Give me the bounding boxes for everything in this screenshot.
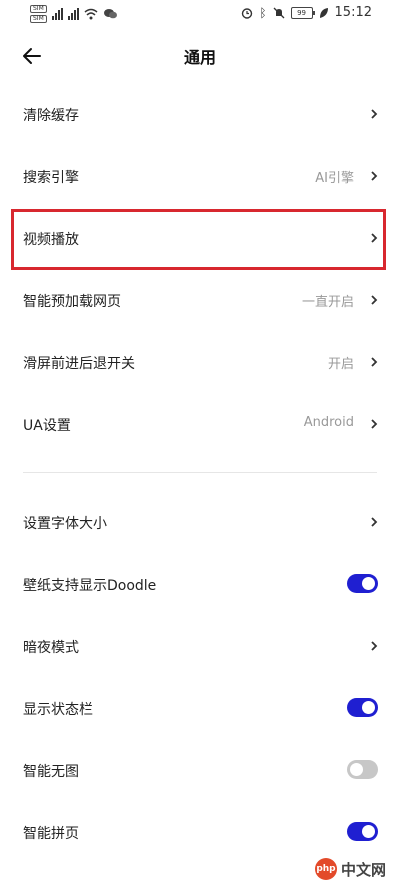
chevron-right-icon [371,517,378,527]
setting-label: 显示状态栏 [23,702,93,718]
setting-row-doodle: 壁纸支持显示Doodle [0,554,400,616]
setting-label: 滑屏前进后退开关 [23,356,135,372]
status-right: ᛒ 99 15:12 [241,5,372,20]
toggle-switch[interactable] [347,822,378,841]
setting-label: 智能无图 [23,764,79,780]
toggle-knob [362,825,375,838]
setting-label: 壁纸支持显示Doodle [23,578,157,594]
chevron-right-icon [371,419,378,429]
setting-label: 清除缓存 [23,108,79,124]
setting-row-no-image: 智能无图 [0,740,400,802]
setting-label: 设置字体大小 [23,516,107,532]
sim1-icon: SIM [30,5,47,13]
chat-icon [103,9,117,19]
header: 通用 [0,30,400,82]
toggle-knob [362,577,375,590]
status-time: 15:12 [334,5,372,20]
php-logo-icon: php [314,858,337,880]
setting-value: Android [303,415,354,430]
chevron-right-icon [371,295,378,305]
setting-row-search-engine[interactable]: 搜索引擎 AI引擎 [0,146,400,208]
chevron-right-icon [371,109,378,119]
sim2-icon: SIM [30,15,47,23]
status-bar: SIM SIM ᛒ 99 15:12 [0,0,400,28]
watermark: php 中文网 [314,858,386,880]
alarm-icon [242,7,253,19]
setting-value: 一直开启 [301,295,354,310]
toggle-switch[interactable] [347,698,378,717]
setting-value: 开启 [327,357,354,372]
setting-label: UA设置 [23,418,71,434]
battery-icon: 99 [290,6,315,19]
setting-label: 搜索引擎 [23,170,79,186]
sim-indicators: SIM SIM [30,5,47,23]
setting-label: 智能拼页 [23,826,79,842]
signal-icon [51,8,63,20]
toggle-switch[interactable] [347,574,378,593]
leaf-icon [319,7,328,18]
chevron-right-icon [371,357,378,367]
setting-row-swipe-navigation[interactable]: 滑屏前进后退开关 开启 [0,332,400,394]
setting-value: AI引擎 [315,171,354,186]
section-divider [23,472,377,473]
mute-icon [273,7,284,18]
highlight-box [11,209,386,270]
setting-row-dark-mode[interactable]: 暗夜模式 [0,616,400,678]
chevron-right-icon [371,641,378,651]
setting-row-ua[interactable]: UA设置 Android [0,394,400,456]
wifi-icon [84,8,98,20]
watermark-text: 中文网 [340,860,386,879]
signal2-icon [67,8,79,20]
status-left: SIM SIM [30,5,117,23]
chevron-right-icon [371,171,378,181]
toggle-switch[interactable] [347,760,378,779]
setting-row-smart-pagination: 智能拼页 [0,802,400,864]
setting-row-status-bar: 显示状态栏 [0,678,400,740]
setting-row-font-size[interactable]: 设置字体大小 [0,492,400,554]
setting-row-clear-cache[interactable]: 清除缓存 [0,84,400,146]
bluetooth-icon: ᛒ [259,5,267,20]
setting-row-smart-preload[interactable]: 智能预加载网页 一直开启 [0,270,400,332]
page-title: 通用 [183,48,216,67]
setting-label: 暗夜模式 [23,640,79,656]
toggle-knob [350,763,363,776]
toggle-knob [362,701,375,714]
setting-label: 智能预加载网页 [23,294,121,310]
